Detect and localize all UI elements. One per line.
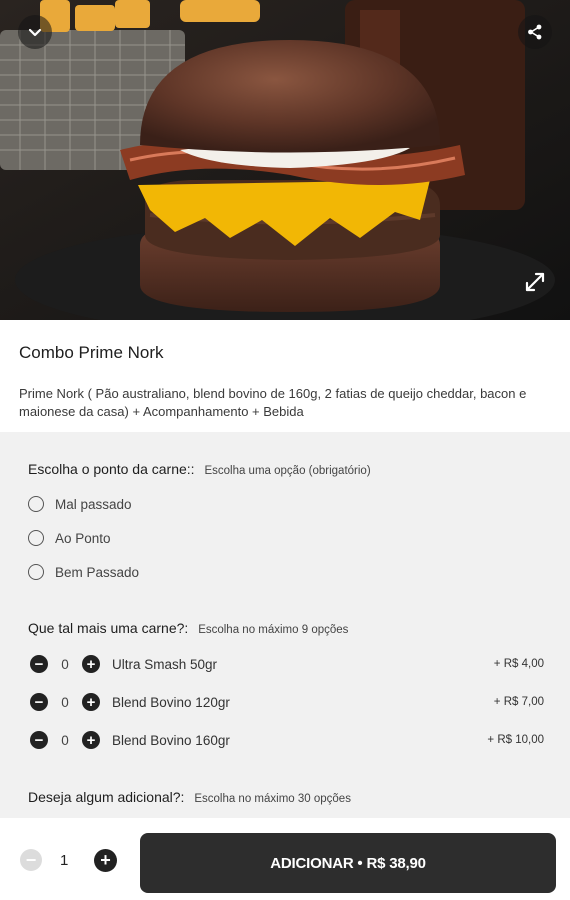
radio-option-bem-passado[interactable]: Bem Passado — [28, 562, 139, 582]
radio-label: Ao Ponto — [55, 530, 111, 546]
item-name: Ultra Smash 50gr — [112, 656, 218, 672]
section-title-text: Que tal mais uma carne?: — [28, 620, 189, 636]
decrease-button[interactable]: − — [30, 693, 48, 711]
quantity-value: 1 — [60, 852, 69, 869]
expand-button[interactable] — [518, 265, 552, 299]
extra-item-row: − 0 + Ultra Smash 50gr + R$ 4,00 — [30, 653, 544, 675]
radio-option-ao-ponto[interactable]: Ao Ponto — [28, 528, 111, 548]
item-quantity: 0 — [61, 656, 69, 672]
item-name: Blend Bovino 160gr — [112, 732, 230, 748]
quantity-decrease-button[interactable]: − — [20, 849, 42, 871]
item-name: Blend Bovino 120gr — [112, 694, 230, 710]
section-title-text: Deseja algum adicional?: — [28, 789, 185, 805]
back-button[interactable] — [18, 15, 52, 49]
item-price: + R$ 4,00 — [493, 658, 544, 670]
radio-circle[interactable] — [28, 564, 44, 580]
product-description: Prime Nork ( Pão australiano, blend bovi… — [19, 386, 527, 419]
burger-photo — [0, 0, 570, 320]
radio-label: Mal passado — [55, 496, 132, 512]
section-hint: Escolha no máximo 9 opções — [198, 624, 349, 636]
radio-label: Bem Passado — [55, 564, 140, 580]
section-meat-point-title: Escolha o ponto da carne:: Escolha uma o… — [28, 461, 371, 477]
item-price: + R$ 7,00 — [493, 696, 544, 708]
quantity-increase-button[interactable]: + — [94, 849, 117, 872]
share-icon — [528, 24, 542, 40]
increase-button[interactable]: + — [82, 655, 100, 673]
item-quantity: 0 — [61, 732, 69, 748]
item-price: + R$ 10,00 — [487, 734, 544, 746]
product-title: Combo Prime Nork — [19, 343, 164, 362]
increase-button[interactable]: + — [82, 693, 100, 711]
section-additional-title: Deseja algum adicional?: Escolha no máxi… — [28, 789, 351, 805]
section-extra-meat-title: Que tal mais uma carne?: Escolha no máxi… — [28, 620, 348, 636]
section-hint: Escolha no máximo 30 opções — [194, 793, 351, 805]
item-quantity: 0 — [61, 694, 69, 710]
chevron-down-icon — [28, 28, 42, 37]
product-image — [0, 0, 570, 320]
expand-icon — [525, 272, 545, 292]
extra-item-row: − 0 + Blend Bovino 160gr + R$ 10,00 — [30, 729, 544, 751]
radio-circle[interactable] — [28, 496, 44, 512]
share-button[interactable] — [518, 15, 552, 49]
extra-item-row: − 0 + Blend Bovino 120gr + R$ 7,00 — [30, 691, 544, 713]
decrease-button[interactable]: − — [30, 655, 48, 673]
radio-circle[interactable] — [28, 530, 44, 546]
decrease-button[interactable]: − — [30, 731, 48, 749]
increase-button[interactable]: + — [82, 731, 100, 749]
radio-option-mal-passado[interactable]: Mal passado — [28, 494, 132, 514]
section-title-text: Escolha o ponto da carne:: — [28, 461, 195, 477]
section-hint: Escolha uma opção (obrigatório) — [204, 465, 371, 477]
add-to-cart-button[interactable]: ADICIONAR • R$ 38,90 — [140, 833, 556, 893]
